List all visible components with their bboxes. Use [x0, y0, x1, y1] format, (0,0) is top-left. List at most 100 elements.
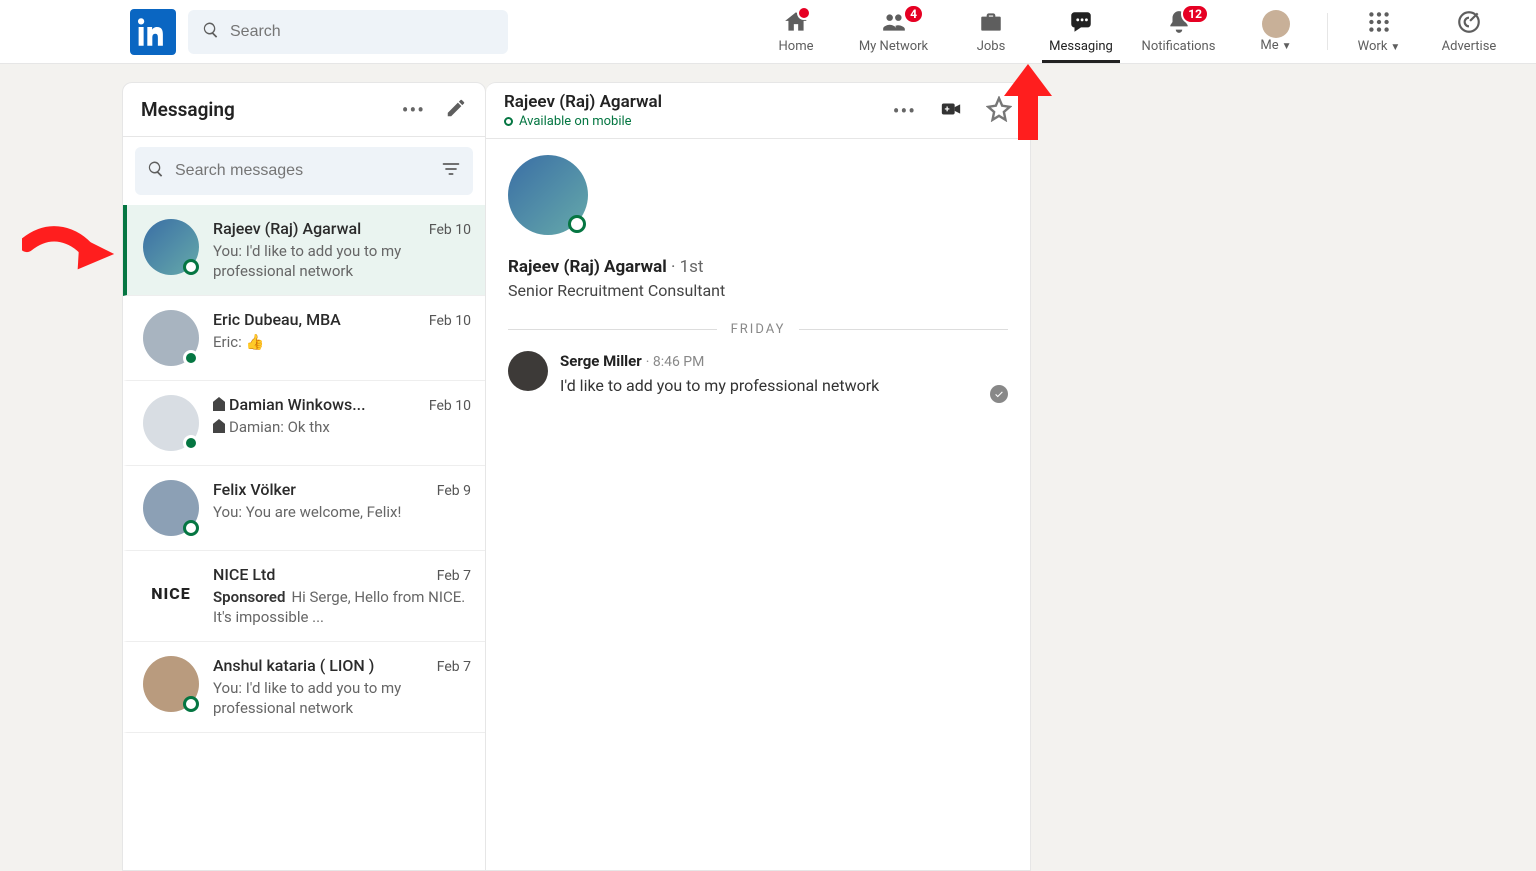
- nav-notifications[interactable]: 12 Notifications: [1126, 0, 1231, 63]
- nav-advertise[interactable]: Advertise: [1424, 0, 1514, 63]
- messages-search-input[interactable]: [175, 162, 441, 180]
- caret-down-icon: ▼: [1390, 42, 1400, 53]
- thread-item[interactable]: NICE NICE Ltd Feb 7 SponsoredHi Serge, H…: [123, 551, 485, 642]
- filter-button[interactable]: [441, 159, 461, 183]
- presence-indicator: [568, 215, 586, 233]
- top-nav: Home 4 My Network Jobs Messaging 12 Noti…: [751, 0, 1514, 63]
- thread-preview: Eric: 👍: [213, 333, 471, 353]
- company-logo: NICE: [143, 565, 199, 621]
- message-text: I'd like to add you to my professional n…: [560, 376, 1008, 395]
- linkedin-logo[interactable]: [130, 9, 176, 55]
- thread-item[interactable]: Felix Völker Feb 9 You: You are welcome,…: [123, 466, 485, 551]
- message-time: · 8:46 PM: [646, 354, 705, 370]
- star-button[interactable]: [986, 96, 1012, 126]
- thread-preview: You: I'd like to add you to my professio…: [213, 679, 471, 718]
- caret-down-icon: ▼: [1282, 41, 1292, 52]
- profile-headline: Senior Recruitment Consultant: [508, 281, 1008, 300]
- presence-indicator: [183, 520, 199, 536]
- nav-work-label: Work▼: [1358, 39, 1401, 54]
- thread-date: Feb 10: [429, 313, 471, 329]
- message: Serge Miller · 8:46 PM I'd like to add y…: [508, 351, 1008, 395]
- presence-indicator: [183, 696, 199, 712]
- thread-name: Damian Winkows...: [213, 395, 366, 414]
- avatar: [143, 219, 199, 275]
- nav-jobs[interactable]: Jobs: [946, 0, 1036, 63]
- thread-preview: Damian: Ok thx: [213, 418, 471, 438]
- nav-home-label: Home: [779, 39, 814, 54]
- svg-text:+: +: [945, 104, 950, 114]
- thread-name: Felix Völker: [213, 480, 296, 499]
- profile-name-line[interactable]: Rajeev (Raj) Agarwal · 1st: [508, 257, 1008, 277]
- nav-network-label: My Network: [859, 39, 928, 54]
- presence-indicator: [183, 259, 199, 275]
- thread-item[interactable]: Damian Winkows... Feb 10 Damian: Ok thx: [123, 381, 485, 466]
- compose-button[interactable]: [445, 97, 467, 123]
- thread-item[interactable]: Rajeev (Raj) Agarwal Feb 10 You: I'd lik…: [123, 205, 485, 296]
- nav-notifications-label: Notifications: [1142, 39, 1216, 54]
- nav-me-label: Me▼: [1260, 38, 1291, 53]
- avatar: [143, 310, 199, 366]
- messaging-header: Messaging •••: [123, 83, 485, 137]
- notifications-badge: 12: [1181, 4, 1209, 24]
- video-call-button[interactable]: +: [938, 98, 964, 124]
- sent-check-icon: [990, 385, 1008, 403]
- thread-list[interactable]: Rajeev (Raj) Agarwal Feb 10 You: I'd lik…: [123, 205, 485, 870]
- topbar: Home 4 My Network Jobs Messaging 12 Noti…: [0, 0, 1536, 64]
- thread-name: Eric Dubeau, MBA: [213, 310, 341, 329]
- network-badge: 4: [903, 4, 924, 24]
- inmail-icon: [213, 419, 225, 433]
- grid-icon: [1366, 9, 1392, 39]
- avatar: [143, 395, 199, 451]
- thread-preview: SponsoredHi Serge, Hello from NICE. It's…: [213, 588, 471, 627]
- messaging-icon: [1068, 9, 1094, 39]
- nav-separator: [1327, 13, 1328, 51]
- inmail-icon: [213, 397, 225, 411]
- thread-date: Feb 10: [429, 398, 471, 414]
- messaging-header-actions: •••: [402, 97, 467, 123]
- thread-date: Feb 10: [429, 222, 471, 238]
- profile-avatar[interactable]: [508, 155, 588, 235]
- nav-jobs-label: Jobs: [977, 39, 1006, 54]
- conversation-status: Available on mobile: [504, 114, 662, 129]
- search-icon: [147, 160, 165, 182]
- more-button[interactable]: •••: [893, 99, 916, 123]
- message-sender[interactable]: Serge Miller: [560, 352, 642, 370]
- thread-preview: You: You are welcome, Felix!: [213, 503, 471, 523]
- nav-me[interactable]: Me▼: [1231, 0, 1321, 63]
- nav-advertise-label: Advertise: [1442, 39, 1497, 54]
- presence-indicator: [183, 435, 199, 451]
- global-search[interactable]: [188, 10, 508, 54]
- more-button[interactable]: •••: [402, 98, 425, 122]
- search-icon: [202, 21, 220, 43]
- avatar: [143, 480, 199, 536]
- day-divider: FRIDAY: [508, 322, 1008, 337]
- nav-home[interactable]: Home: [751, 0, 841, 63]
- messages-search[interactable]: [135, 147, 473, 195]
- avatar: NICE: [143, 565, 199, 621]
- thread-name: Anshul kataria ( LION ): [213, 656, 374, 675]
- annotation-arrow-left: [22, 224, 118, 284]
- avatar: [1262, 10, 1290, 38]
- nav-messaging[interactable]: Messaging: [1036, 0, 1126, 63]
- thread-item[interactable]: Eric Dubeau, MBA Feb 10 Eric: 👍: [123, 296, 485, 381]
- thread-name: NICE Ltd: [213, 565, 275, 584]
- presence-indicator: [183, 350, 199, 366]
- nav-network[interactable]: 4 My Network: [841, 0, 946, 63]
- conversation-actions: ••• +: [893, 96, 1012, 126]
- briefcase-icon: [978, 9, 1004, 39]
- presence-indicator: [504, 117, 513, 126]
- conversation-body[interactable]: Rajeev (Raj) Agarwal · 1st Senior Recrui…: [486, 139, 1030, 870]
- thread-date: Feb 7: [437, 568, 471, 584]
- conversation-header: Rajeev (Raj) Agarwal Available on mobile…: [486, 83, 1030, 139]
- nav-messaging-label: Messaging: [1049, 39, 1113, 54]
- workspace: Messaging ••• Rajeev (Raj) Agarwal: [122, 82, 1536, 871]
- global-search-input[interactable]: [230, 23, 494, 41]
- thread-date: Feb 7: [437, 659, 471, 675]
- sponsored-label: Sponsored: [213, 588, 285, 606]
- avatar: [143, 656, 199, 712]
- nav-work[interactable]: Work▼: [1334, 0, 1424, 63]
- thread-name: Rajeev (Raj) Agarwal: [213, 219, 361, 238]
- messaging-panel: Messaging ••• Rajeev (Raj) Agarwal: [122, 82, 486, 871]
- thread-item[interactable]: Anshul kataria ( LION ) Feb 7 You: I'd l…: [123, 642, 485, 733]
- thread-date: Feb 9: [437, 483, 471, 499]
